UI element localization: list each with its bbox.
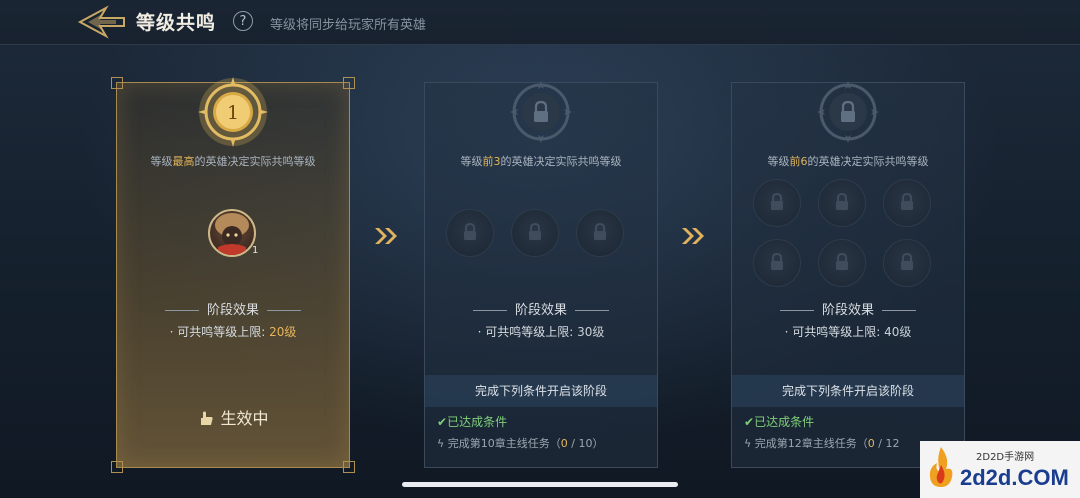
double-chevron-right-icon xyxy=(375,228,397,244)
requirement-text: 等级最高的英雄决定实际共鸣等级 xyxy=(150,155,316,168)
hero-portrait-icon xyxy=(215,213,249,255)
stage-effect-text: · 可共鸣等级上限: 20级 xyxy=(169,325,297,339)
page-title: 等级共鸣 xyxy=(136,12,217,34)
stage-card-3[interactable]: 等级前6的英雄决定实际共鸣等级 阶段效果 · 可共鸣等级上限: 40级 完成下列… xyxy=(731,81,965,468)
flame-logo-icon xyxy=(929,447,953,487)
lock-icon xyxy=(901,253,913,270)
condition-task: ϟ 完成第12章主线任务（0 / 12 xyxy=(744,437,900,450)
hero-slot-locked xyxy=(883,179,931,227)
condition-done-label: ✔已达成条件 xyxy=(744,415,815,429)
hero-slot-locked xyxy=(511,209,559,257)
lock-icon xyxy=(594,223,606,240)
lock-icon xyxy=(836,193,848,210)
stage-effect-text: · 可共鸣等级上限: 30级 xyxy=(477,325,605,339)
frame-corner xyxy=(111,77,123,89)
help-button[interactable]: ? xyxy=(233,11,253,31)
frame-corner xyxy=(343,461,355,473)
double-chevron-right-icon xyxy=(682,228,704,244)
watermark-domain: 2d2d.COM xyxy=(960,465,1069,490)
condition-done-label: ✔已达成条件 xyxy=(437,415,508,429)
hero-level: 1 xyxy=(252,245,259,256)
frame-corner xyxy=(111,461,123,473)
unlock-condition-header: 完成下列条件开启该阶段 xyxy=(732,375,964,407)
stage-effect-title: 阶段效果 xyxy=(117,299,349,318)
hero-slot-locked xyxy=(753,239,801,287)
lock-icon xyxy=(836,253,848,270)
hero-slot-locked xyxy=(818,179,866,227)
checkmark-icon: ✔ xyxy=(744,415,755,429)
lightning-icon: ϟ xyxy=(437,437,448,450)
hero-slot-locked xyxy=(446,209,494,257)
hero-slot-locked xyxy=(883,239,931,287)
hand-icon xyxy=(201,411,214,425)
lock-icon xyxy=(771,193,783,210)
watermark-logo: 2D2D手游网 2d2d.COM xyxy=(920,441,1080,498)
lock-icon xyxy=(771,253,783,270)
checkmark-icon: ✔ xyxy=(437,415,448,429)
hero-slot-locked xyxy=(753,179,801,227)
home-indicator[interactable] xyxy=(402,482,678,487)
condition-task: ϟ 完成第10章主线任务（0 / 10） xyxy=(437,437,604,450)
hero-avatar[interactable] xyxy=(208,209,256,257)
stage-effect-text: · 可共鸣等级上限: 40级 xyxy=(784,325,912,339)
stage-effect-title: 阶段效果 xyxy=(732,299,964,318)
requirement-text: 等级前6的英雄决定实际共鸣等级 xyxy=(767,155,929,168)
stage-card-1[interactable]: 1 等级最高的英雄决定实际共鸣等级 1 阶段效果 · 可共鸣等级上限: 20级 … xyxy=(111,77,355,473)
page-subtitle: 等级将同步给玩家所有英雄 xyxy=(270,18,427,33)
frame-corner xyxy=(343,77,355,89)
back-arrow-icon[interactable] xyxy=(76,4,128,40)
emblem-number: 1 xyxy=(227,102,239,124)
active-status: 生效中 xyxy=(117,405,349,429)
lock-icon xyxy=(901,193,913,210)
stage-emblem-gold-icon: 1 xyxy=(198,77,268,147)
unlock-condition-header: 完成下列条件开启该阶段 xyxy=(425,375,657,407)
watermark-text: 2D2D手游网 xyxy=(976,452,1035,463)
stage-effect-title: 阶段效果 xyxy=(425,299,657,318)
hero-slot-locked xyxy=(818,239,866,287)
stage-card-2[interactable]: 等级前3的英雄决定实际共鸣等级 阶段效果 · 可共鸣等级上限: 30级 完成下列… xyxy=(424,81,658,468)
stage-emblem-locked-icon xyxy=(510,81,572,143)
hero-slot-locked xyxy=(576,209,624,257)
stage-emblem-locked-icon xyxy=(817,81,879,143)
top-bar: 等级共鸣 ? 等级将同步给玩家所有英雄 xyxy=(0,0,1080,45)
lightning-icon: ϟ xyxy=(744,437,755,450)
requirement-text: 等级前3的英雄决定实际共鸣等级 xyxy=(460,155,622,168)
lock-icon xyxy=(464,223,476,240)
lock-icon xyxy=(529,223,541,240)
